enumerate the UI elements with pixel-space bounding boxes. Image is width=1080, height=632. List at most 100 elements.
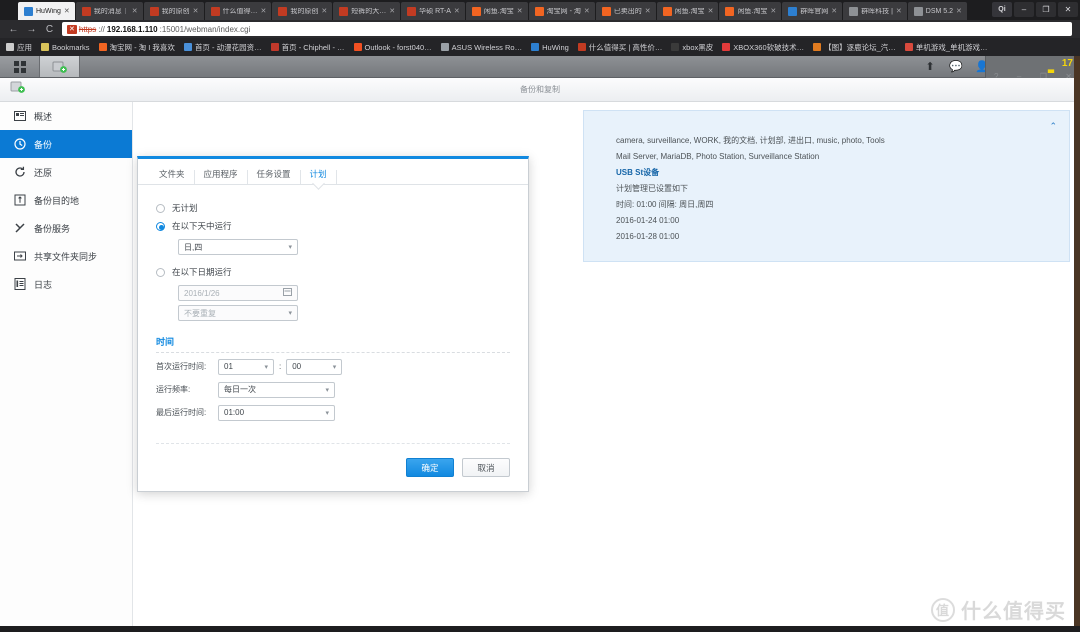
- sidebar-item-6[interactable]: 日志: [0, 270, 132, 298]
- tab-close-icon[interactable]: ✕: [708, 8, 714, 15]
- tab-close-icon[interactable]: ✕: [517, 8, 523, 15]
- dialog-tab-1[interactable]: 应用程序: [195, 169, 248, 184]
- browser-tab[interactable]: 我的消息｜ ✕: [75, 2, 143, 20]
- browser-tab[interactable]: HuWing ✕: [18, 2, 75, 20]
- bookmark-label: xbox黑皮: [682, 42, 714, 52]
- browser-tab[interactable]: 短裤的大… ✕: [333, 2, 401, 20]
- dialog-tab-0[interactable]: 文件夹: [150, 169, 195, 184]
- sidebar-item-label: 备份服务: [34, 223, 71, 234]
- days-select[interactable]: 日,四 ▾: [178, 239, 298, 255]
- sidebar-item-3[interactable]: 备份目的地: [0, 186, 132, 214]
- taskbar-backup-app-icon[interactable]: [40, 56, 80, 77]
- tab-close-icon[interactable]: ✕: [321, 8, 327, 15]
- browser-tab[interactable]: DSM 5.2 ✕: [907, 2, 967, 20]
- taskbar-spacer: [80, 56, 917, 77]
- browser-tab[interactable]: 闲鱼.淘宝 ✕: [465, 2, 528, 20]
- first-run-minute-value: 00: [292, 362, 302, 371]
- chevron-up-icon[interactable]: ⌃: [1049, 121, 1057, 132]
- tab-close-icon[interactable]: ✕: [896, 8, 902, 15]
- browser-tab[interactable]: 淘宝网 - 淘 ✕: [528, 2, 595, 20]
- browser-tab[interactable]: 华硕 RT-A ✕: [401, 2, 465, 20]
- bookmark-item[interactable]: 单机游戏_单机游戏…: [904, 42, 987, 53]
- radio-no-schedule[interactable]: [156, 203, 165, 213]
- sidebar-item-1[interactable]: 备份: [0, 130, 132, 158]
- radio-run-on-date[interactable]: [156, 267, 165, 277]
- browser-tab[interactable]: 闲鱼.淘宝 ✕: [719, 2, 782, 20]
- radio-run-on-days[interactable]: [156, 221, 165, 231]
- insecure-warning-icon[interactable]: ✕: [67, 24, 77, 34]
- tab-close-icon[interactable]: ✕: [831, 8, 837, 15]
- tab-close-icon[interactable]: ✕: [193, 8, 199, 15]
- schedule-option-run-on-days[interactable]: 在以下天中运行: [156, 217, 528, 235]
- ok-button[interactable]: 确定: [406, 458, 454, 477]
- sidebar-item-label: 共享文件夹同步: [34, 251, 98, 262]
- sidebar-item-2[interactable]: 还原: [0, 158, 132, 186]
- address-bar[interactable]: ✕ https :// 192.168.1.110 :15001/webman/…: [62, 22, 1072, 36]
- tab-close-icon[interactable]: ✕: [454, 8, 460, 15]
- browser-tab[interactable]: 群晖科技 | ✕: [843, 2, 907, 20]
- notification-badge: 17: [1061, 58, 1073, 69]
- url-host: 192.168.1.110: [106, 24, 158, 34]
- bookmark-item[interactable]: 【图】逐鹿论坛_汽…: [813, 42, 896, 53]
- browser-tab[interactable]: 群晖官网 ✕: [782, 2, 843, 20]
- service-wrench-icon: [14, 222, 26, 234]
- bookmark-item[interactable]: 什么值得买 | 高性价…: [577, 42, 662, 53]
- last-run-time-select[interactable]: 01:00 ▾: [218, 404, 335, 421]
- tab-close-icon[interactable]: ✕: [261, 8, 267, 15]
- browser-chrome: HuWing ✕ 我的消息｜ ✕ 我的原创 ✕ 什么值得… ✕ 我的原创 ✕ 短裤的大… ✕ 华硕 RT…: [0, 0, 1080, 56]
- first-run-hour-select[interactable]: 01 ▾: [218, 358, 274, 375]
- window-controls: Qi – ❐ ✕: [992, 1, 1078, 18]
- tab-close-icon[interactable]: ✕: [645, 8, 651, 15]
- bookmark-item[interactable]: 首页 - 动漫花园资…: [183, 42, 262, 53]
- maximize-button[interactable]: ❐: [1036, 2, 1056, 17]
- star-icon: [41, 43, 49, 51]
- calendar-icon[interactable]: [283, 288, 292, 298]
- dsm-desktop: ⬆💬👤🔍◉▤ ▃ 17 ? – ❐ ✕ 备份和: [0, 56, 1080, 632]
- date-field[interactable]: 2016/1/26: [178, 285, 298, 301]
- bookmark-item[interactable]: Bookmarks: [41, 43, 90, 52]
- tab-close-icon[interactable]: ✕: [64, 8, 70, 15]
- tab-close-icon[interactable]: ✕: [132, 8, 138, 15]
- bookmark-item[interactable]: 淘宝网 - 淘 I 我喜欢: [98, 42, 175, 53]
- bookmark-item[interactable]: 首页 - Chiphell - …: [270, 42, 345, 53]
- bookmark-item[interactable]: xbox黑皮: [671, 42, 713, 53]
- reload-icon[interactable]: C: [44, 24, 55, 35]
- sidebar-item-5[interactable]: 共享文件夹同步: [0, 242, 132, 270]
- minimize-button[interactable]: –: [1014, 2, 1034, 17]
- dialog-tab-2[interactable]: 任务设置: [248, 169, 301, 184]
- bookmark-label: 应用: [17, 42, 32, 52]
- browser-tab[interactable]: 已卖出的 ✕: [595, 2, 656, 20]
- schedule-option-run-on-date[interactable]: 在以下日期运行: [156, 263, 528, 281]
- bookmark-label: 首页 - Chiphell - …: [281, 42, 345, 52]
- browser-profile-button[interactable]: Qi: [992, 2, 1012, 17]
- browser-tab[interactable]: 闲鱼.淘宝 ✕: [656, 2, 719, 20]
- browser-tab[interactable]: 什么值得… ✕: [204, 2, 272, 20]
- sidebar-item-4[interactable]: 备份服务: [0, 214, 132, 242]
- first-run-minute-select[interactable]: 00 ▾: [286, 358, 343, 375]
- dialog-tab-3[interactable]: 计划: [301, 169, 337, 184]
- tab-close-icon[interactable]: ✕: [956, 8, 962, 15]
- apps-grid-icon[interactable]: [0, 56, 40, 77]
- bookmark-item[interactable]: Outlook - forst040…: [353, 43, 432, 52]
- tab-close-icon[interactable]: ✕: [770, 8, 776, 15]
- forward-icon[interactable]: →: [26, 24, 37, 35]
- tab-close-icon[interactable]: ✕: [389, 8, 395, 15]
- sidebar-item-0[interactable]: 概述: [0, 102, 132, 130]
- schedule-option-no-schedule[interactable]: 无计划: [156, 199, 528, 217]
- repeat-select[interactable]: 不要重复 ▾: [178, 305, 298, 321]
- cancel-button[interactable]: 取消: [462, 458, 510, 477]
- upload-icon[interactable]: ⬆: [917, 56, 943, 78]
- tab-close-icon[interactable]: ✕: [584, 8, 590, 15]
- back-icon[interactable]: ←: [8, 24, 19, 35]
- bookmark-item[interactable]: HuWing: [531, 43, 569, 52]
- browser-tab[interactable]: 我的原创 ✕: [143, 2, 204, 20]
- close-button[interactable]: ✕: [1058, 2, 1078, 17]
- browser-tab[interactable]: 我的原创 ✕: [272, 2, 333, 20]
- bookmark-item[interactable]: ASUS Wireless Ro…: [440, 43, 522, 52]
- chevron-down-icon: ▾: [332, 363, 337, 371]
- frequency-select[interactable]: 每日一次 ▾: [218, 381, 335, 398]
- first-run-time-row: 首次运行时间: 01 ▾ : 00 ▾: [156, 357, 528, 376]
- bookmark-item[interactable]: 应用: [6, 42, 32, 53]
- chat-icon[interactable]: 💬: [943, 56, 969, 78]
- bookmark-item[interactable]: XBOX360软破技术…: [722, 42, 804, 53]
